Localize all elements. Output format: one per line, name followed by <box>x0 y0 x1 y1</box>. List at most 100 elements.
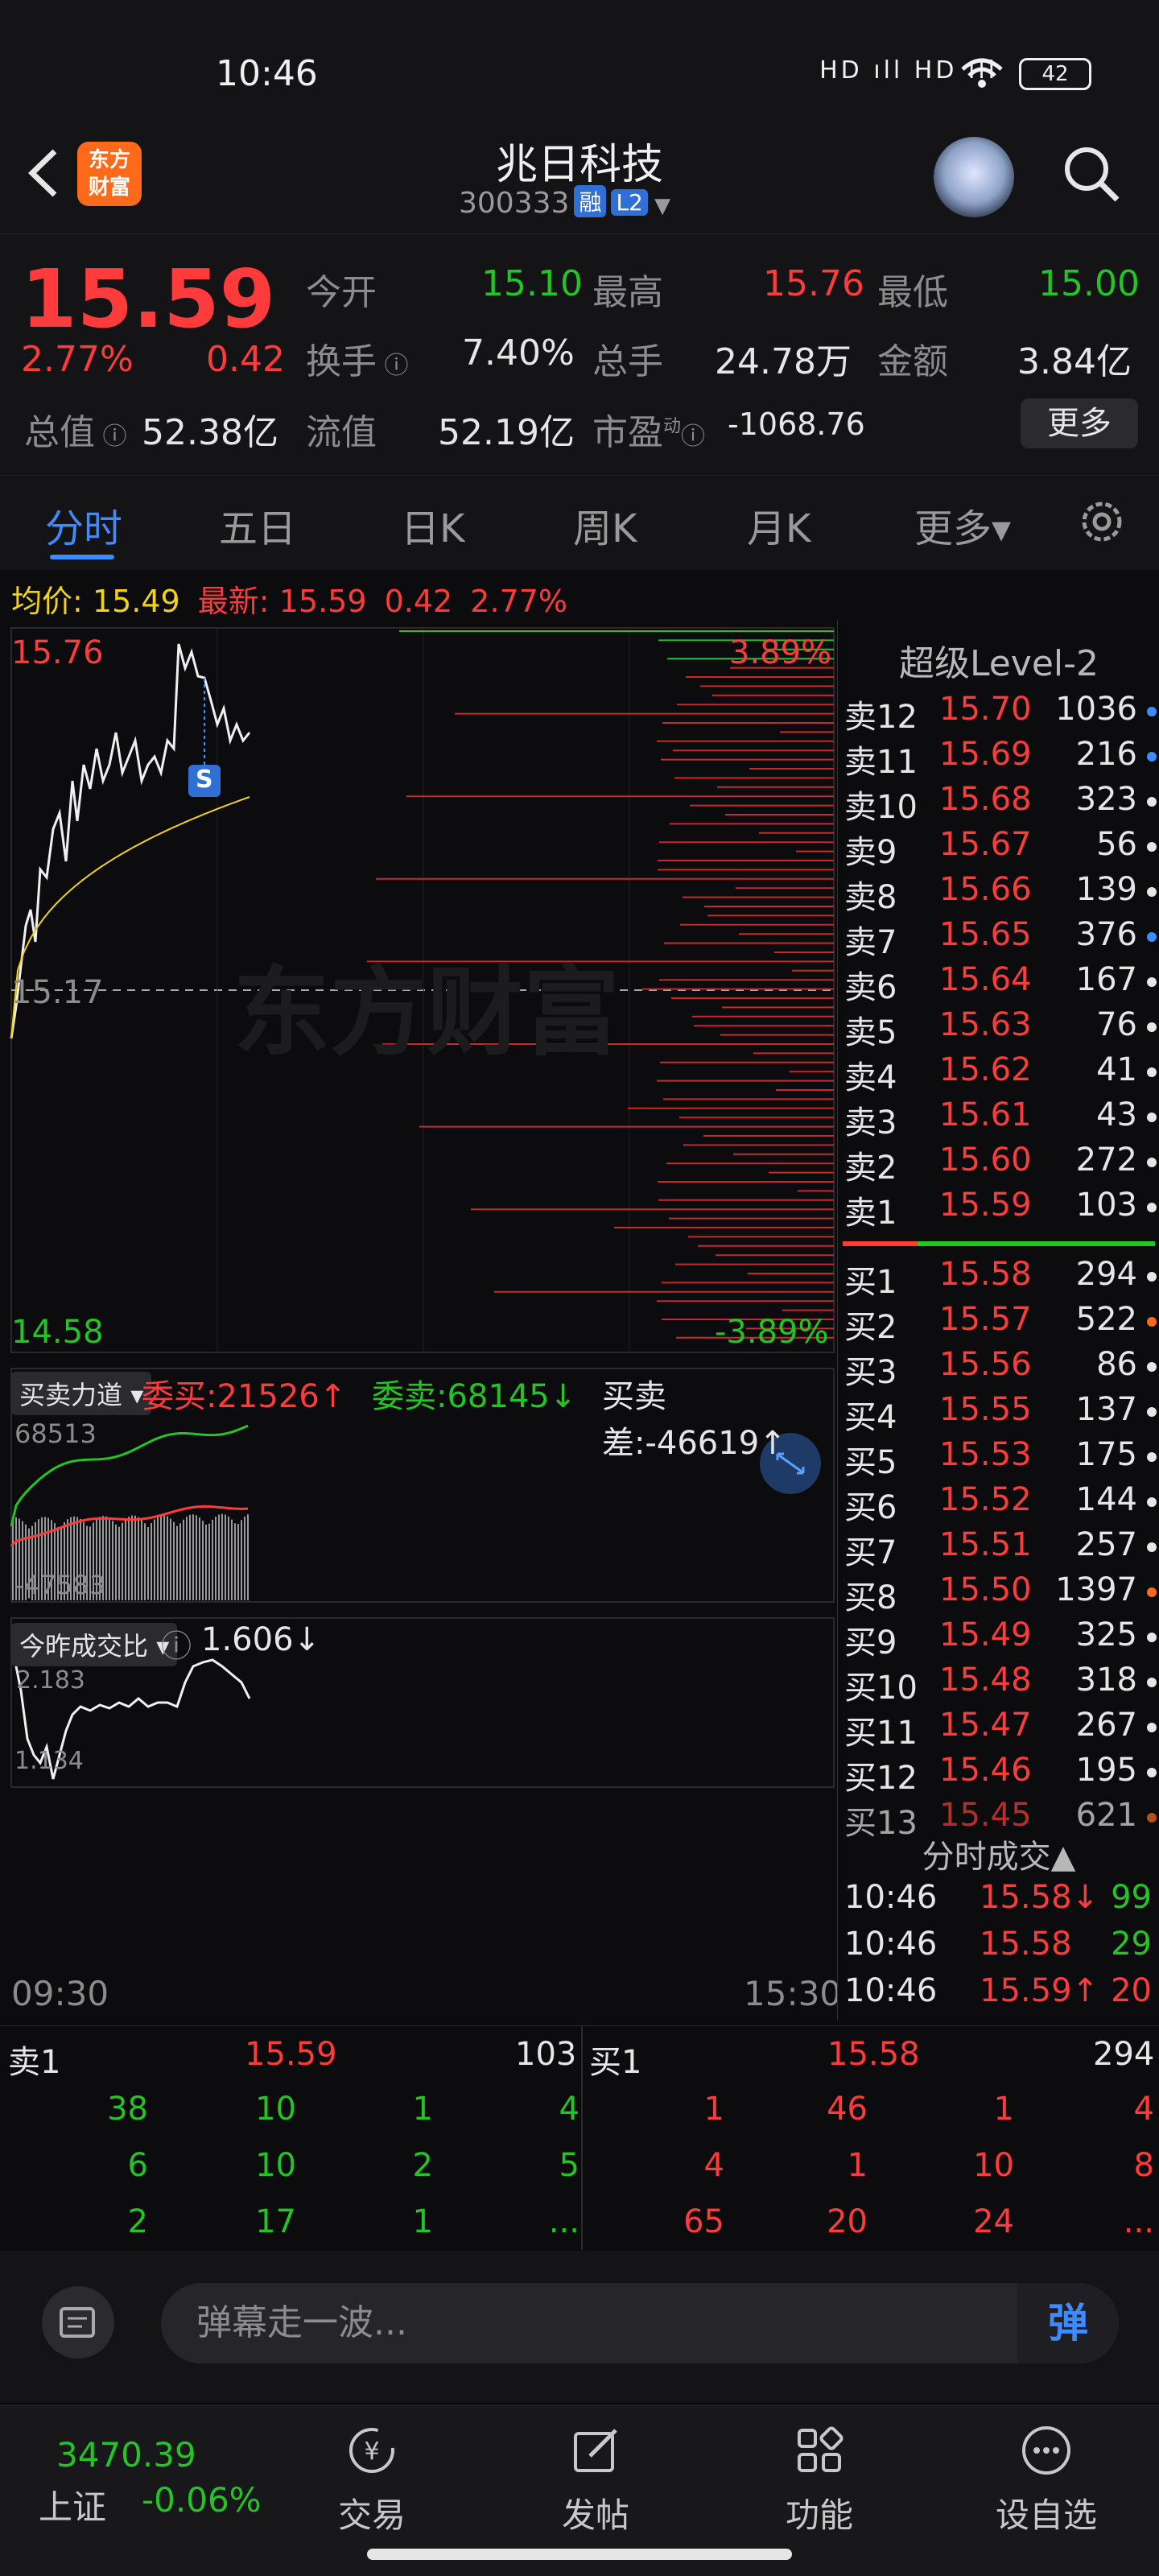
bid-row[interactable]: 买7 15.51 257 <box>844 1526 1159 1571</box>
help-icon[interactable]: ⓘ <box>161 1621 192 1666</box>
ask-level-label: 卖3 <box>844 1104 897 1141</box>
more-button[interactable]: 更多 <box>1021 398 1138 448</box>
index-change[interactable]: -0.06% <box>142 2480 262 2520</box>
gear-icon[interactable] <box>1075 495 1128 548</box>
ask-row[interactable]: 卖9 15.67 56 <box>844 826 1159 871</box>
bid-order-dot <box>1147 1497 1157 1507</box>
ask-row[interactable]: 卖4 15.62 41 <box>844 1051 1159 1096</box>
turnover-label[interactable]: 换手 ⓘ <box>306 332 409 384</box>
caret-down-icon[interactable]: ▼ <box>648 194 670 218</box>
bid-row[interactable]: 买9 15.49 325 <box>844 1616 1159 1662</box>
ask-level-label: 卖1 <box>844 1195 897 1232</box>
index-value[interactable]: 3470.39 <box>56 2435 196 2475</box>
search-icon[interactable] <box>1062 145 1120 203</box>
danmu-send-button[interactable]: 弹 <box>1017 2283 1119 2363</box>
force-dropdown[interactable]: 买卖力道 ▾ <box>11 1372 152 1415</box>
ratio-bottom-label: 1.134 <box>14 1747 84 1775</box>
bid-order-dot <box>1147 1678 1157 1687</box>
depth-ask-vol: 103 <box>515 2036 577 2073</box>
depth-bid-price: 15.58 <box>827 2036 920 2073</box>
tab-more[interactable]: 更多▾ <box>914 497 1011 553</box>
bid-row[interactable]: 买12 15.46 195 <box>844 1752 1159 1797</box>
high-label: 最高 <box>592 272 663 313</box>
bid-row[interactable]: 买8 15.50 1397 <box>844 1571 1159 1616</box>
index-name[interactable]: 上证 <box>39 2480 106 2529</box>
queue-order: 8 <box>1133 2147 1154 2184</box>
intraday-chart[interactable]: 15.76 3.89% 15.17 东方财富 14.58 -3.89% S 买卖… <box>0 620 841 2021</box>
bid-order-dot <box>1147 1407 1157 1417</box>
chart-canvas[interactable] <box>0 620 837 2021</box>
more-dots-icon <box>1022 2426 1070 2475</box>
svg-text:¥: ¥ <box>364 2438 379 2466</box>
volume-label: 总手 <box>592 341 663 382</box>
grid-icon <box>798 2426 843 2472</box>
bid-row[interactable]: 买4 15.55 137 <box>844 1391 1159 1436</box>
queue-order: 38 <box>107 2091 148 2128</box>
bid-row[interactable]: 买3 15.56 86 <box>844 1346 1159 1391</box>
price-info-line: 均价: 15.49 最新: 15.59 0.42 2.77% <box>11 584 568 619</box>
ask-volume: 167 <box>1075 961 1137 998</box>
bid-row[interactable]: 买6 15.52 144 <box>844 1481 1159 1526</box>
bid-price: 15.52 <box>939 1481 1032 1518</box>
tab-monthly-k[interactable]: 月K <box>747 497 810 553</box>
bid-volume: 318 <box>1075 1662 1137 1699</box>
nav-post[interactable]: 发帖 <box>515 2422 676 2537</box>
ask-order-dot <box>1147 932 1157 942</box>
bid-order-dot <box>1147 1813 1157 1823</box>
bid-row[interactable]: 买5 15.53 175 <box>844 1436 1159 1481</box>
tab-daily-k[interactable]: 日K <box>401 497 464 553</box>
ask-row[interactable]: 卖2 15.60 272 <box>844 1141 1159 1187</box>
ask-order-dot <box>1147 707 1157 716</box>
ratio-dropdown[interactable]: 今昨成交比 ▾ <box>11 1623 178 1666</box>
queue-order: 2 <box>127 2203 148 2240</box>
bid-row[interactable]: 买10 15.48 318 <box>844 1662 1159 1707</box>
ask-price: 15.66 <box>939 871 1032 908</box>
info-icon[interactable]: ⓘ <box>95 423 127 451</box>
ask-row[interactable]: 卖8 15.66 139 <box>844 871 1159 916</box>
tab-weekly-k[interactable]: 周K <box>573 497 637 553</box>
danmu-input[interactable]: 弹幕走一波... <box>161 2283 1119 2363</box>
home-indicator[interactable] <box>367 2549 792 2560</box>
ask-price: 15.67 <box>939 826 1032 863</box>
high-value: 15.76 <box>763 263 864 304</box>
info-icon[interactable]: ⓘ <box>681 423 705 451</box>
ask-order-dot <box>1147 887 1157 897</box>
queue-order: 10 <box>255 2147 296 2184</box>
ask-order-dot <box>1147 1203 1157 1212</box>
bid-price: 15.49 <box>939 1616 1032 1653</box>
level2-title[interactable]: 超级Level-2 <box>838 634 1159 686</box>
ask-row[interactable]: 卖6 15.64 167 <box>844 961 1159 1006</box>
ask-row[interactable]: 卖7 15.65 376 <box>844 916 1159 961</box>
bid-level-label: 买7 <box>844 1534 897 1571</box>
ask-row[interactable]: 卖12 15.70 1036 <box>844 691 1159 736</box>
info-icon[interactable]: ⓘ <box>377 352 409 380</box>
ask-order-dot <box>1147 1113 1157 1122</box>
queue-order: 10 <box>255 2091 296 2128</box>
current-price: 15.59 <box>21 252 276 346</box>
ask-force-label: 委卖:68145↓ <box>372 1378 577 1415</box>
tab-intraday[interactable]: 分时 <box>45 497 122 553</box>
trades-title[interactable]: 分时成交▲ <box>838 1831 1159 1877</box>
queue-order: 4 <box>1133 2091 1154 2128</box>
nav-trade[interactable]: ¥ 交易 <box>291 2422 452 2537</box>
robot-assistant-icon[interactable] <box>934 137 1014 217</box>
ask-volume: 56 <box>1096 826 1137 863</box>
ask-row[interactable]: 卖11 15.69 216 <box>844 736 1159 781</box>
ask-row[interactable]: 卖10 15.68 323 <box>844 781 1159 826</box>
tab-five-day[interactable]: 五日 <box>219 497 296 553</box>
bid-row[interactable]: 买11 15.47 267 <box>844 1707 1159 1752</box>
nav-functions[interactable]: 功能 <box>739 2422 900 2537</box>
change-pct: 2.77% <box>21 339 134 380</box>
stock-code-line[interactable]: 300333 融 L2 ▼ <box>459 185 670 220</box>
bid-row[interactable]: 买2 15.57 522 <box>844 1301 1159 1346</box>
ask-row[interactable]: 卖3 15.61 43 <box>844 1096 1159 1141</box>
ask-row[interactable]: 卖5 15.63 76 <box>844 1006 1159 1051</box>
mktcap-label[interactable]: 总值 ⓘ <box>24 403 127 455</box>
ask-price: 15.60 <box>939 1141 1032 1179</box>
pe-label[interactable]: 市盈动ⓘ <box>592 403 705 455</box>
ask-row[interactable]: 卖1 15.59 103 <box>844 1187 1159 1232</box>
danmu-toggle-icon[interactable] <box>42 2286 114 2359</box>
bid-row[interactable]: 买1 15.58 294 <box>844 1256 1159 1301</box>
depth-bid-label: 买1 <box>589 2044 642 2081</box>
nav-add-watchlist[interactable]: 设自选 <box>966 2422 1127 2537</box>
